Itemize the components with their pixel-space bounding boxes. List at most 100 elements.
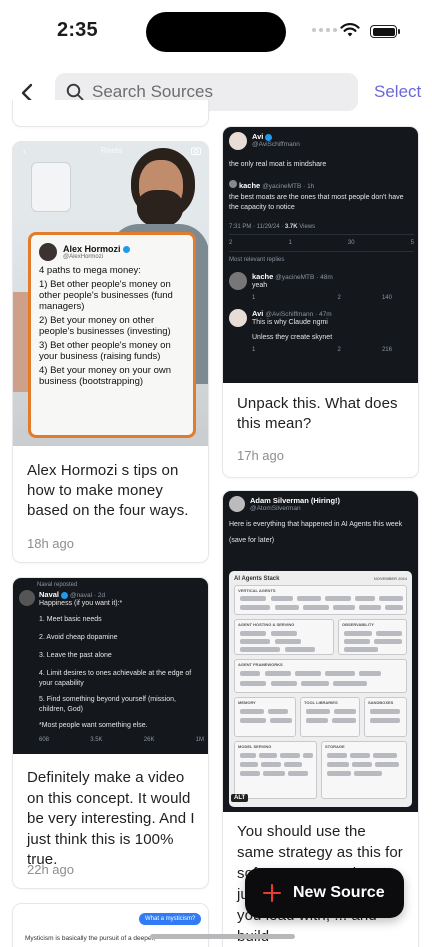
like-count: 2 [337, 347, 341, 353]
quote-name: kache [238, 181, 261, 190]
repost-count: 3.5K [90, 737, 103, 743]
naval-line: 5. Find something beyond yourself (missi… [39, 696, 176, 713]
search-input[interactable] [92, 82, 332, 102]
reply-count: 2 [229, 240, 233, 246]
home-indicator [150, 934, 295, 939]
adam-name: Adam Silverman (Hiring!) [250, 496, 341, 505]
hormozi-line: 2) Bet your money on other people's busi… [39, 315, 171, 337]
reply-text: Unless they create skynet [252, 334, 333, 341]
verified-badge-icon [122, 246, 130, 254]
quote-text: the best moats are the ones that most pe… [229, 194, 404, 211]
avi-tweet-screenshot: Avi @AviSchiffmann the only real moat is… [223, 127, 418, 383]
avi-avatar [229, 132, 247, 150]
chat-bubble: What a mysticism? [139, 913, 202, 925]
stack-section-label: OBSERVABILITY [342, 622, 375, 627]
reply-name: Avi [252, 309, 264, 318]
select-button[interactable]: Select [374, 82, 421, 102]
infographic-title: AI Agents Stack [234, 576, 280, 582]
status-bar: 2:35 [0, 0, 432, 62]
reel-label: Reels [101, 146, 123, 155]
naval-line: 2. Avoid cheap dopamine [39, 634, 118, 641]
search-icon [66, 83, 84, 101]
reply-count: 608 [39, 737, 50, 743]
replies-label: Most relevant replies [229, 257, 285, 263]
alt-badge[interactable]: ALT [231, 794, 249, 802]
hormozi-tweet-overlay: Alex Hormozi @AlexHormozi 4 paths to meg… [28, 232, 196, 438]
cellular-signal-icon [312, 28, 337, 32]
hormozi-line: 3) Bet other people's money on your busi… [39, 340, 171, 362]
verified-badge-icon [265, 133, 273, 141]
stack-section-label: SANDBOXES [368, 700, 394, 705]
source-card-hormozi[interactable]: ‹ Reels Alex Hormozi @AlexHormozi 4 path… [12, 141, 209, 563]
battery-icon [370, 25, 400, 38]
new-source-button[interactable]: New Source [245, 868, 404, 918]
stack-section-label: MODEL SERVING [238, 744, 272, 749]
adam-tweet-screenshot: Adam Silverman (Hiring!) @AtomSilverman … [223, 491, 418, 812]
stack-section-label: VERTICAL AGENTS [238, 588, 276, 593]
avi-tweet-text: the only real moat is mindshare [229, 161, 327, 168]
repost-count: 1 [288, 240, 292, 246]
adam-tweet-text: Here is everything that happened in AI A… [229, 521, 403, 528]
source-card-naval[interactable]: Naval reposted Naval @naval · 2d Happine… [12, 577, 209, 889]
naval-line: 3. Leave the past alone [39, 652, 112, 659]
reply-name: kache [252, 272, 274, 281]
avi-name: Avi [252, 132, 264, 141]
camera-icon [191, 147, 201, 155]
repost-label: Naval reposted [37, 582, 78, 588]
stack-section-label: AGENT HOSTING & SERVING [238, 622, 295, 627]
avi-reply-avatar [229, 309, 247, 327]
naval-tweet-screenshot: Naval reposted Naval @naval · 2d Happine… [13, 578, 208, 754]
hormozi-line: 4) Bet your money on your own business (… [39, 365, 172, 387]
bookmark-count: 5 [410, 240, 414, 246]
quote-handle: @yacineMTB · 1h [262, 183, 315, 190]
chat-response-text: Mysticism is basically the pursuit of a … [25, 935, 156, 942]
hormozi-name: Alex Hormozi [63, 244, 121, 254]
naval-line: 4. Limit desires to ones achievable at t… [39, 670, 192, 687]
reel-back-icon: ‹ [23, 146, 26, 156]
reply-text: yeah [252, 282, 268, 289]
verified-badge-icon [61, 591, 69, 599]
view-count: 1M [195, 737, 204, 743]
reply-count: 1 [252, 295, 256, 301]
card-caption: Unpack this. What does this mean? [237, 395, 398, 432]
card-age: 18h ago [27, 536, 74, 551]
naval-line: 1. Meet basic needs [39, 616, 102, 623]
source-card-avi[interactable]: Avi @AviSchiffmann the only real moat is… [222, 126, 419, 478]
naval-name: Naval [39, 590, 60, 599]
naval-handle: @naval · 2d [69, 592, 106, 599]
wifi-icon [340, 23, 360, 37]
infographic-date: NOVEMBER 2024 [373, 576, 407, 581]
adam-tweet-text-2: (save for later) [229, 537, 275, 544]
hormozi-handle: @AlexHormozi [63, 254, 104, 260]
card-caption: Alex Hormozi s tips on how to make money… [27, 462, 189, 519]
hormozi-line: 1) Bet other people's money on other peo… [39, 279, 173, 312]
reply-count: 1 [252, 347, 256, 353]
card-age: 22h ago [27, 862, 74, 877]
view-count: 216 [381, 347, 392, 353]
hormozi-avatar [39, 243, 57, 261]
reply-handle: @yacineMTB · 48m [275, 274, 333, 281]
tweet-meta-time: 7:31 PM · 11/29/24 · [229, 224, 285, 230]
source-card-partial-top[interactable] [12, 100, 209, 127]
plus-icon [263, 884, 281, 902]
like-count: 30 [347, 240, 355, 246]
naval-line: Happiness (if you want it):* [39, 600, 123, 607]
tweet-actions: 608 3.5K 26K 1M [39, 737, 204, 743]
card-caption: Definitely make a video on this concept.… [27, 769, 195, 868]
tweet-views-label: Views [299, 224, 316, 230]
new-source-label: New Source [293, 884, 385, 901]
kache-reply-avatar [229, 272, 247, 290]
source-card-mysticism[interactable]: What a mysticism? Mysticism is basically… [12, 903, 209, 947]
like-count: 26K [143, 737, 155, 743]
tweet-actions: 2 1 30 5 [229, 240, 414, 252]
hormozi-line: 4 paths to mega money: [39, 265, 141, 276]
ai-agents-stack-infographic: AI Agents Stack NOVEMBER 2024 VERTICAL A… [229, 571, 412, 807]
tweet-views: 3.7K [284, 224, 298, 230]
view-count: 140 [381, 295, 392, 301]
reply-actions: 1 2 216 [252, 347, 392, 353]
naval-line: *Most people want something else. [39, 722, 148, 729]
stack-section-label: AGENT FRAMEWORKS [238, 662, 283, 667]
status-time: 2:35 [57, 19, 98, 41]
avi-handle: @AviSchiffmann [252, 141, 300, 148]
naval-avatar [19, 590, 35, 606]
